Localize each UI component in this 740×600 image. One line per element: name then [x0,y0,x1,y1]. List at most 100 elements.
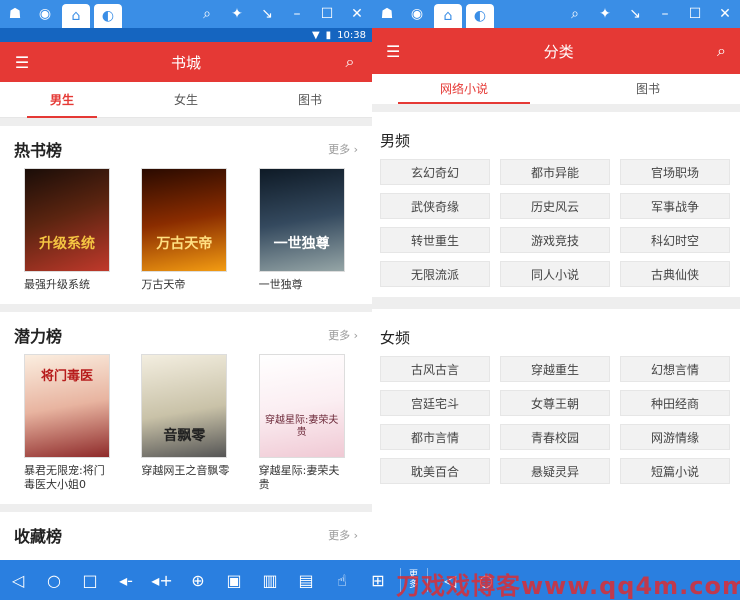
touch-icon[interactable]: ☝ [326,571,358,590]
tab-female[interactable]: 女生 [124,82,248,118]
book-card[interactable]: 升级系统 最强升级系统 [24,168,113,292]
category-chip[interactable]: 都市异能 [500,159,610,185]
back-icon[interactable]: ◁ [434,571,466,590]
book-cover[interactable]: 升级系统 [24,168,110,272]
category-chip[interactable]: 历史风云 [500,193,610,219]
gamepad-icon[interactable]: ⊕ [182,571,214,590]
more-button[interactable]: 更多 [409,570,423,590]
category-chip[interactable]: 网游情缘 [620,424,730,450]
category-chip[interactable]: 穿越重生 [500,356,610,382]
shrink-icon[interactable]: ↘ [255,2,279,26]
volume-up-icon[interactable]: ◂+ [146,571,178,590]
android-icon[interactable]: ☗ [375,2,399,26]
recents-icon[interactable]: □ [74,571,106,590]
search-icon[interactable]: ⌕ [563,2,587,26]
tab-books[interactable]: 图书 [556,74,740,104]
book-card[interactable]: 穿越星际:妻荣夫贵 穿越星际:妻荣夫贵 [258,354,348,492]
category-chip[interactable]: 古风古言 [380,356,490,382]
app-header: ☰ 书城 ⌕ [0,42,372,82]
book-cover[interactable]: 万古天帝 [141,168,228,272]
book-cover[interactable]: 穿越星际:妻荣夫贵 [258,354,345,458]
home-tab[interactable]: ⌂ [434,4,462,28]
wifi-icon: ▼ [311,29,320,41]
maximize-icon[interactable]: ☐ [315,2,339,26]
home-tab[interactable]: ⌂ [62,4,90,28]
category-chip[interactable]: 无限流派 [380,261,490,287]
book-card[interactable]: 一世独尊 一世独尊 [258,168,348,292]
tab-books[interactable]: 图书 [248,82,372,118]
search-icon[interactable]: ⌕ [340,52,360,72]
pin-icon[interactable]: ✦ [593,2,617,26]
section-title: 热书榜 [14,141,63,160]
android-icon[interactable]: ☗ [3,2,27,26]
minimize-icon[interactable]: – [285,2,309,26]
close-icon[interactable]: ✕ [345,2,369,26]
trash-icon[interactable]: ▥ [254,571,286,590]
more-link[interactable]: 更多 › [328,141,358,157]
page-title: 书城 [170,53,201,72]
user-icon[interactable]: ◉ [405,2,429,26]
battery-icon: ▮ [325,29,332,41]
category-chip[interactable]: 军事战争 [620,193,730,219]
category-chip[interactable]: 转世重生 [380,227,490,253]
more-link[interactable]: 更多 › [328,527,358,543]
bookstore-screen: ▼ ▮ 10:38 ☰ 书城 ⌕ 男生 女生 图书 热书榜 更多 › 升级系统 [0,28,372,560]
category-chip[interactable]: 悬疑灵异 [500,458,610,484]
close-icon[interactable]: ✕ [713,2,737,26]
category-chip[interactable]: 都市言情 [380,424,490,450]
category-chip[interactable]: 耽美百合 [380,458,490,484]
book-title: 穿越星际:妻荣夫贵 [258,464,340,491]
category-chip[interactable]: 游戏竞技 [500,227,610,253]
category-chip[interactable]: 幻想言情 [620,356,730,382]
pin-icon[interactable]: ✦ [225,2,249,26]
user-icon[interactable]: ◉ [33,2,57,26]
back-icon[interactable]: ◁ [2,571,34,590]
apk-icon[interactable]: ⊞ [362,571,394,590]
book-cover[interactable]: 一世独尊 [258,168,345,272]
category-chip[interactable]: 宫廷宅斗 [380,390,490,416]
book-card[interactable]: 万古天帝 万古天帝 [141,168,230,292]
category-chip[interactable]: 玄幻奇幻 [380,159,490,185]
category-chip[interactable]: 青春校园 [500,424,610,450]
tab-male[interactable]: 男生 [0,82,124,118]
search-icon[interactable]: ⌕ [195,2,219,26]
category-chip[interactable]: 官场职场 [620,159,730,185]
potential-books-section: 潜力榜 更多 › 将门毒医 暴君无限宠:将门毒医大小姐0 音飘零 穿越网王之音飘… [0,312,372,504]
keyboard-icon[interactable]: ▤ [290,571,322,590]
book-card[interactable]: 将门毒医 暴君无限宠:将门毒医大小姐0 [24,354,113,492]
menu-icon[interactable]: ☰ [12,53,32,72]
app-tab[interactable]: ◐ [466,4,494,28]
category-chip[interactable]: 同人小说 [500,261,610,287]
category-screen: ☰ 分类 ⌕ 网络小说 图书 男频 玄幻奇幻 都市异能 官场职场 武侠奇缘 历史… [372,28,740,560]
cover-text: 穿越星际:妻荣夫贵 [264,415,339,438]
book-card[interactable]: 音飘零 穿越网王之音飘零 [141,354,230,492]
category-chip[interactable]: 女尊王朝 [500,390,610,416]
book-cover[interactable]: 将门毒医 [24,354,110,458]
category-chip[interactable]: 武侠奇缘 [380,193,490,219]
book-title: 万古天帝 [141,278,186,291]
category-chip[interactable]: 古典仙侠 [620,261,730,287]
section-title: 潜力榜 [14,327,63,346]
minimize-icon[interactable]: – [653,2,677,26]
status-time: 10:38 [337,29,366,41]
book-title: 暴君无限宠:将门毒医大小姐0 [24,464,105,491]
home-icon[interactable]: ○ [470,571,502,590]
volume-down-icon[interactable]: ◂- [110,571,142,590]
book-cover[interactable]: 音飘零 [141,354,228,458]
category-chip[interactable]: 科幻时空 [620,227,730,253]
tab-web-novels[interactable]: 网络小说 [372,74,556,104]
maximize-icon[interactable]: ☐ [683,2,707,26]
gender-tabs: 男生 女生 图书 [0,82,372,118]
emulator-navbar: ◁ ○ □ ◂- ◂+ ⊕ ▣ ▥ ▤ ☝ ⊞ 更多 ◁ ○ [0,560,740,600]
search-icon[interactable]: ⌕ [717,41,726,61]
section-title: 收藏榜 [14,527,63,546]
toolbox-icon[interactable]: ▣ [218,571,250,590]
home-icon[interactable]: ○ [38,571,70,590]
category-chip[interactable]: 种田经商 [620,390,730,416]
menu-icon[interactable]: ☰ [386,42,400,61]
category-chip[interactable]: 短篇小说 [620,458,730,484]
shrink-icon[interactable]: ↘ [623,2,647,26]
app-tab[interactable]: ◐ [94,4,122,28]
more-link[interactable]: 更多 › [328,327,358,343]
emulator-window: ☗ ◉ ⌂ ◐ ⌕ ✦ ↘ – ☐ ✕ ☗ ◉ ⌂ ◐ ⌕ ✦ ↘ – ☐ ✕ … [0,0,740,600]
